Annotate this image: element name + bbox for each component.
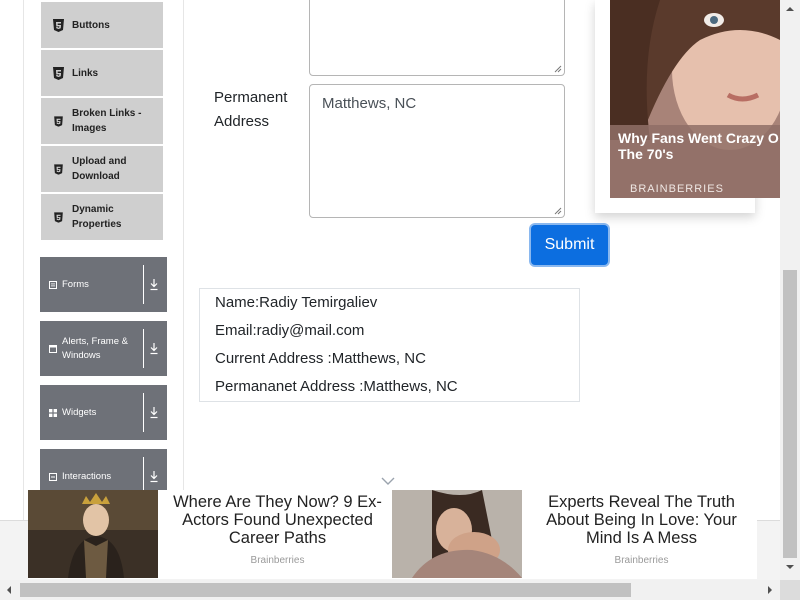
bottom-ad-2-brand: Brainberries [614,555,669,566]
interactions-icon [49,472,57,481]
side-ad-image[interactable]: Why Fans Went Crazy O The 70's BRAINBERR… [610,0,780,198]
sidebar-item-buttons[interactable]: Buttons [41,2,163,48]
expand-arrow-icon[interactable] [149,342,159,355]
side-ad-card[interactable]: Why Fans Went Crazy O The 70's BRAINBERR… [595,0,780,213]
bottom-ad-1[interactable]: Where Are They Now? 9 Ex-Actors Found Un… [28,490,393,579]
sidebar-group-widgets[interactable]: Widgets [40,385,167,440]
output-box: Name:Radiy Temirgaliev Email:radiy@mail.… [199,288,580,402]
sidebar-item-broken-links[interactable]: Broken Links - Images [41,98,163,144]
expand-arrow-icon[interactable] [149,406,159,419]
side-ad-headline[interactable]: Why Fans Went Crazy O The 70's [618,130,780,162]
resize-grip-icon[interactable] [553,206,562,215]
expand-arrow-icon[interactable] [149,470,159,483]
bottom-ad-1-title[interactable]: Where Are They Now? 9 Ex-Actors Found Un… [165,493,390,547]
output-name: Name:Radiy Temirgaliev [215,294,378,311]
scrollbar-corner [780,580,800,600]
horizontal-scroll-thumb[interactable] [20,583,631,597]
html5-icon [53,18,64,32]
bottom-ad-1-image [28,490,158,578]
html5-icon [53,66,64,80]
sidebar-item-label: Links [72,67,99,79]
sidebar-item-label: Broken Links - Images [72,108,142,134]
submit-button[interactable]: Submit [531,225,608,265]
expand-arrow-icon[interactable] [149,278,159,291]
sidebar-item-dynamic-properties[interactable]: Dynamic Properties [41,194,163,240]
scroll-up-arrow-icon[interactable] [785,6,795,12]
bottom-ad-2-image [392,490,522,578]
sidebar-group-label: Forms [62,278,89,290]
divider [143,393,144,432]
sidebar-group-forms[interactable]: Forms [40,257,167,312]
sidebar-item-links[interactable]: Links [41,50,163,96]
html5-icon [54,211,63,223]
scroll-right-arrow-icon[interactable] [767,585,773,595]
permanent-address-label: Permanent Address [214,89,288,130]
output-current-address: Current Address :Matthews, NC [215,350,426,367]
side-ad-brand: BRAINBERRIES [630,183,724,195]
vertical-scroll-thumb[interactable] [783,270,797,558]
scroll-left-arrow-icon[interactable] [6,585,12,595]
output-permanent-address: Permananet Address :Matthews, NC [215,378,458,395]
bottom-ad-bar: Where Are They Now? 9 Ex-Actors Found Un… [0,490,780,580]
bottom-ad-1-brand: Brainberries [250,555,305,566]
permanent-address-textarea[interactable]: Matthews, NC [309,84,565,218]
portrait-photo [610,0,780,198]
sidebar-item-label: Upload and Download [72,156,127,182]
current-address-textarea[interactable] [309,0,565,76]
bottom-ad-2[interactable]: Experts Reveal The Truth About Being In … [392,490,757,579]
bottom-ad-2-title[interactable]: Experts Reveal The Truth About Being In … [529,493,754,547]
divider [143,329,144,368]
page: Buttons Links Broken Links - Images Uplo… [0,0,780,580]
output-email: Email:radiy@mail.com [215,322,365,339]
divider [143,265,144,304]
sidebar-group-label: Widgets [62,406,97,418]
sidebar-item-label: Dynamic Properties [72,204,122,230]
sidebar-item-upload-download[interactable]: Upload and Download [41,146,163,192]
sidebar-item-label: Buttons [72,19,110,31]
widgets-icon [49,408,57,417]
sidebar-divider [183,0,184,520]
scroll-down-arrow-icon[interactable] [785,564,795,570]
html5-icon [54,163,63,175]
window-icon [49,344,57,353]
left-border [23,0,24,520]
permanent-address-value: Matthews, NC [322,95,417,112]
sidebar-group-label: Interactions [62,470,112,482]
sidebar-group-alerts[interactable]: Alerts, Frame & Windows [40,321,167,376]
resize-grip-icon[interactable] [553,64,562,73]
sidebar-group-label: Alerts, Frame & Windows [62,335,128,361]
html5-icon [54,115,63,127]
form-icon [49,280,57,289]
chevron-down-icon[interactable] [381,477,395,486]
